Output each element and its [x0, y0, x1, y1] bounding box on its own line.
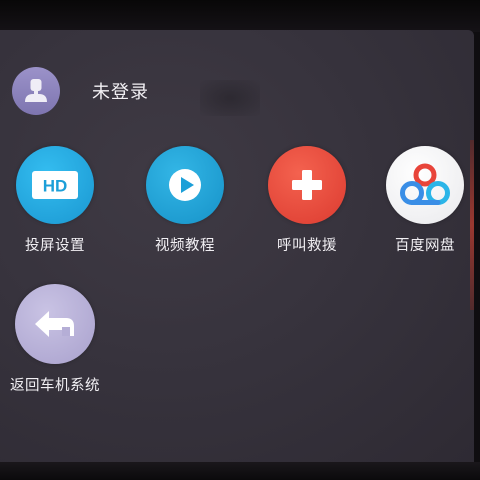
app-tile-call-rescue[interactable]: 呼叫救援: [252, 146, 362, 255]
call-rescue-button[interactable]: [268, 146, 346, 224]
app-label: 呼叫救援: [277, 238, 337, 254]
video-tutorial-button[interactable]: [146, 146, 224, 224]
app-label: 百度网盘: [395, 238, 455, 254]
baidu-netdisk-button[interactable]: [386, 146, 464, 224]
user-account-row[interactable]: 未登录: [12, 66, 149, 116]
hd-icon: HD: [32, 171, 78, 199]
screen-bezel-bottom: [0, 462, 480, 480]
screen-bezel-top: [0, 0, 480, 32]
app-tile-video-tutorial[interactable]: 视频教程: [130, 146, 240, 255]
app-label: 返回车机系统: [10, 378, 100, 394]
return-car-system-button[interactable]: [15, 284, 95, 364]
cross-icon: [292, 170, 322, 200]
app-tile-baidu-netdisk[interactable]: 百度网盘: [370, 146, 474, 255]
app-tile-return-car-system[interactable]: 返回车机系统: [0, 284, 110, 395]
baidu-cloud-icon: [400, 163, 450, 205]
login-status[interactable]: 未登录: [92, 78, 149, 104]
app-tile-screen-cast-settings[interactable]: HD 投屏设置: [0, 146, 110, 255]
launcher-screen: 未登录 HD 投屏设置 视频教程 呼叫救援 百度网盘 返回车机系统: [0, 30, 474, 464]
screen-cast-button[interactable]: HD: [16, 146, 94, 224]
app-label: 视频教程: [155, 238, 215, 254]
svg-text:HD: HD: [43, 177, 68, 196]
screen-glare: [200, 80, 260, 116]
back-arrow-icon: [35, 311, 74, 337]
avatar[interactable]: [12, 67, 60, 115]
app-label: 投屏设置: [25, 238, 85, 254]
play-icon: [169, 169, 201, 201]
user-silhouette-icon: [25, 79, 47, 102]
